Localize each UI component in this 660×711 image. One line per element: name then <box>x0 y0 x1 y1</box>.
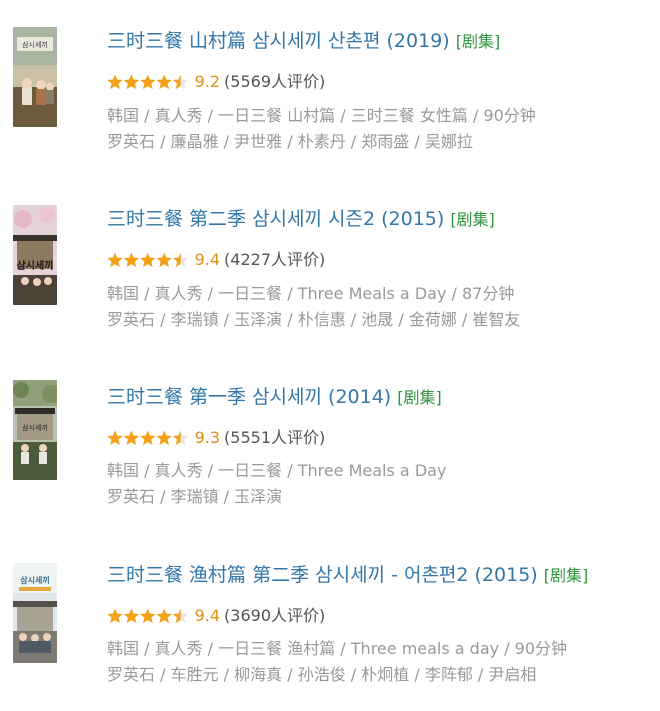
star-icon <box>172 430 189 445</box>
title-link[interactable]: 三时三餐 山村篇 삼시세끼 산촌편 (2019) <box>107 30 450 52</box>
title-link[interactable]: 三时三餐 第一季 삼시세끼 (2014) <box>107 386 391 408</box>
star-icon <box>107 252 123 267</box>
vote-count: (4227人评价) <box>224 250 326 269</box>
category-tag[interactable]: [剧集] <box>456 32 501 51</box>
star-icon <box>123 608 139 623</box>
rating-score: 9.3 <box>194 428 221 447</box>
star-icon <box>172 252 189 267</box>
vote-count: (5569人评价) <box>224 72 326 91</box>
rating-score: 9.4 <box>194 606 221 625</box>
star-rating <box>107 252 189 268</box>
star-icon <box>123 252 139 267</box>
rating-score: 9.4 <box>194 250 221 269</box>
poster-art: 삼시세끼 <box>13 205 57 305</box>
poster-title-text: 삼시세끼 <box>17 259 54 272</box>
title-line: 三时三餐 第一季 삼시세끼 (2014) [剧集] <box>107 383 442 411</box>
search-result: 삼시세끼 三时三餐 第二季 삼시세끼 시즌2 (2015) [剧集] 9.4 (42… <box>0 205 660 355</box>
poster-image[interactable]: 삼시세끼 <box>13 205 57 305</box>
search-result: 삼시세끼 三时三餐 第一季 삼시세끼 (2014) [剧集] 9.3 (5551人评… <box>0 380 660 533</box>
cast-line: 罗英石 / 廉晶雅 / 尹世雅 / 朴素丹 / 郑雨盛 / 吴娜拉 <box>107 132 473 151</box>
star-icon <box>156 252 172 267</box>
star-icon <box>156 74 172 89</box>
star-icon <box>123 430 139 445</box>
vote-count: (5551人评价) <box>224 428 326 447</box>
star-icon <box>140 430 156 445</box>
title-link[interactable]: 三时三餐 第二季 삼시세끼 시즌2 (2015) <box>107 208 444 230</box>
category-tag[interactable]: [剧集] <box>544 566 589 585</box>
poster-art: 삼시세끼 <box>13 563 57 663</box>
star-rating <box>107 74 189 90</box>
title-link[interactable]: 三时三餐 渔村篇 第二季 삼시세끼 - 어촌편2 (2015) <box>107 564 538 586</box>
poster-image[interactable]: 삼시세끼 <box>13 380 57 480</box>
rating-line: 9.2 (5569人评价) <box>107 69 325 95</box>
info-line: 韩国 / 真人秀 / 一日三餐 渔村篇 / Three meals a day … <box>107 639 568 658</box>
star-icon <box>156 430 172 445</box>
poster-image[interactable]: 삼시세끼 <box>13 27 57 127</box>
info-line: 韩国 / 真人秀 / 一日三餐 / Three Meals a Day <box>107 461 447 480</box>
search-result: 삼시세끼 三时三餐 渔村篇 第二季 삼시세끼 - 어촌편2 (2015) [剧集]… <box>0 561 660 711</box>
star-icon <box>107 430 123 445</box>
star-rating <box>107 608 189 624</box>
rating-line: 9.4 (3690人评价) <box>107 603 325 629</box>
poster-title-text: 삼시세끼 <box>20 575 49 585</box>
poster-title-text: 삼시세끼 <box>22 423 48 432</box>
star-rating <box>107 430 189 446</box>
star-icon <box>140 74 156 89</box>
star-icon <box>107 74 123 89</box>
cast-line: 罗英石 / 李瑞镇 / 玉泽演 / 朴信惠 / 池晟 / 金荷娜 / 崔智友 <box>107 310 521 329</box>
category-tag[interactable]: [剧集] <box>397 388 442 407</box>
poster-art: 삼시세끼 <box>13 27 57 127</box>
category-tag[interactable]: [剧集] <box>450 210 495 229</box>
cast-line: 罗英石 / 李瑞镇 / 玉泽演 <box>107 487 283 506</box>
star-icon <box>172 74 189 89</box>
star-icon <box>140 608 156 623</box>
rating-score: 9.2 <box>194 72 221 91</box>
star-icon <box>172 608 189 623</box>
poster-art: 삼시세끼 <box>13 380 57 480</box>
info-line: 韩国 / 真人秀 / 一日三餐 / Three Meals a Day / 87… <box>107 284 515 303</box>
poster-title-text: 삼시세끼 <box>22 40 48 49</box>
poster-image[interactable]: 삼시세끼 <box>13 563 57 663</box>
star-icon <box>156 608 172 623</box>
rating-line: 9.4 (4227人评价) <box>107 247 325 273</box>
search-result: 삼시세끼 三时三餐 山村篇 삼시세끼 산촌편 (2019) [剧集] 9.2 (55… <box>0 27 660 177</box>
title-line: 三时三餐 第二季 삼시세끼 시즌2 (2015) [剧集] <box>107 205 495 233</box>
star-icon <box>123 74 139 89</box>
title-line: 三时三餐 渔村篇 第二季 삼시세끼 - 어촌편2 (2015) [剧集] <box>107 561 588 589</box>
cast-line: 罗英石 / 车胜元 / 柳海真 / 孙浩俊 / 朴炯植 / 李阵郁 / 尹启相 <box>107 665 537 684</box>
info-line: 韩国 / 真人秀 / 一日三餐 山村篇 / 三时三餐 女性篇 / 90分钟 <box>107 106 536 125</box>
rating-line: 9.3 (5551人评价) <box>107 425 325 451</box>
star-icon <box>107 608 123 623</box>
star-icon <box>140 252 156 267</box>
vote-count: (3690人评价) <box>224 606 326 625</box>
title-line: 三时三餐 山村篇 삼시세끼 산촌편 (2019) [剧集] <box>107 27 500 55</box>
